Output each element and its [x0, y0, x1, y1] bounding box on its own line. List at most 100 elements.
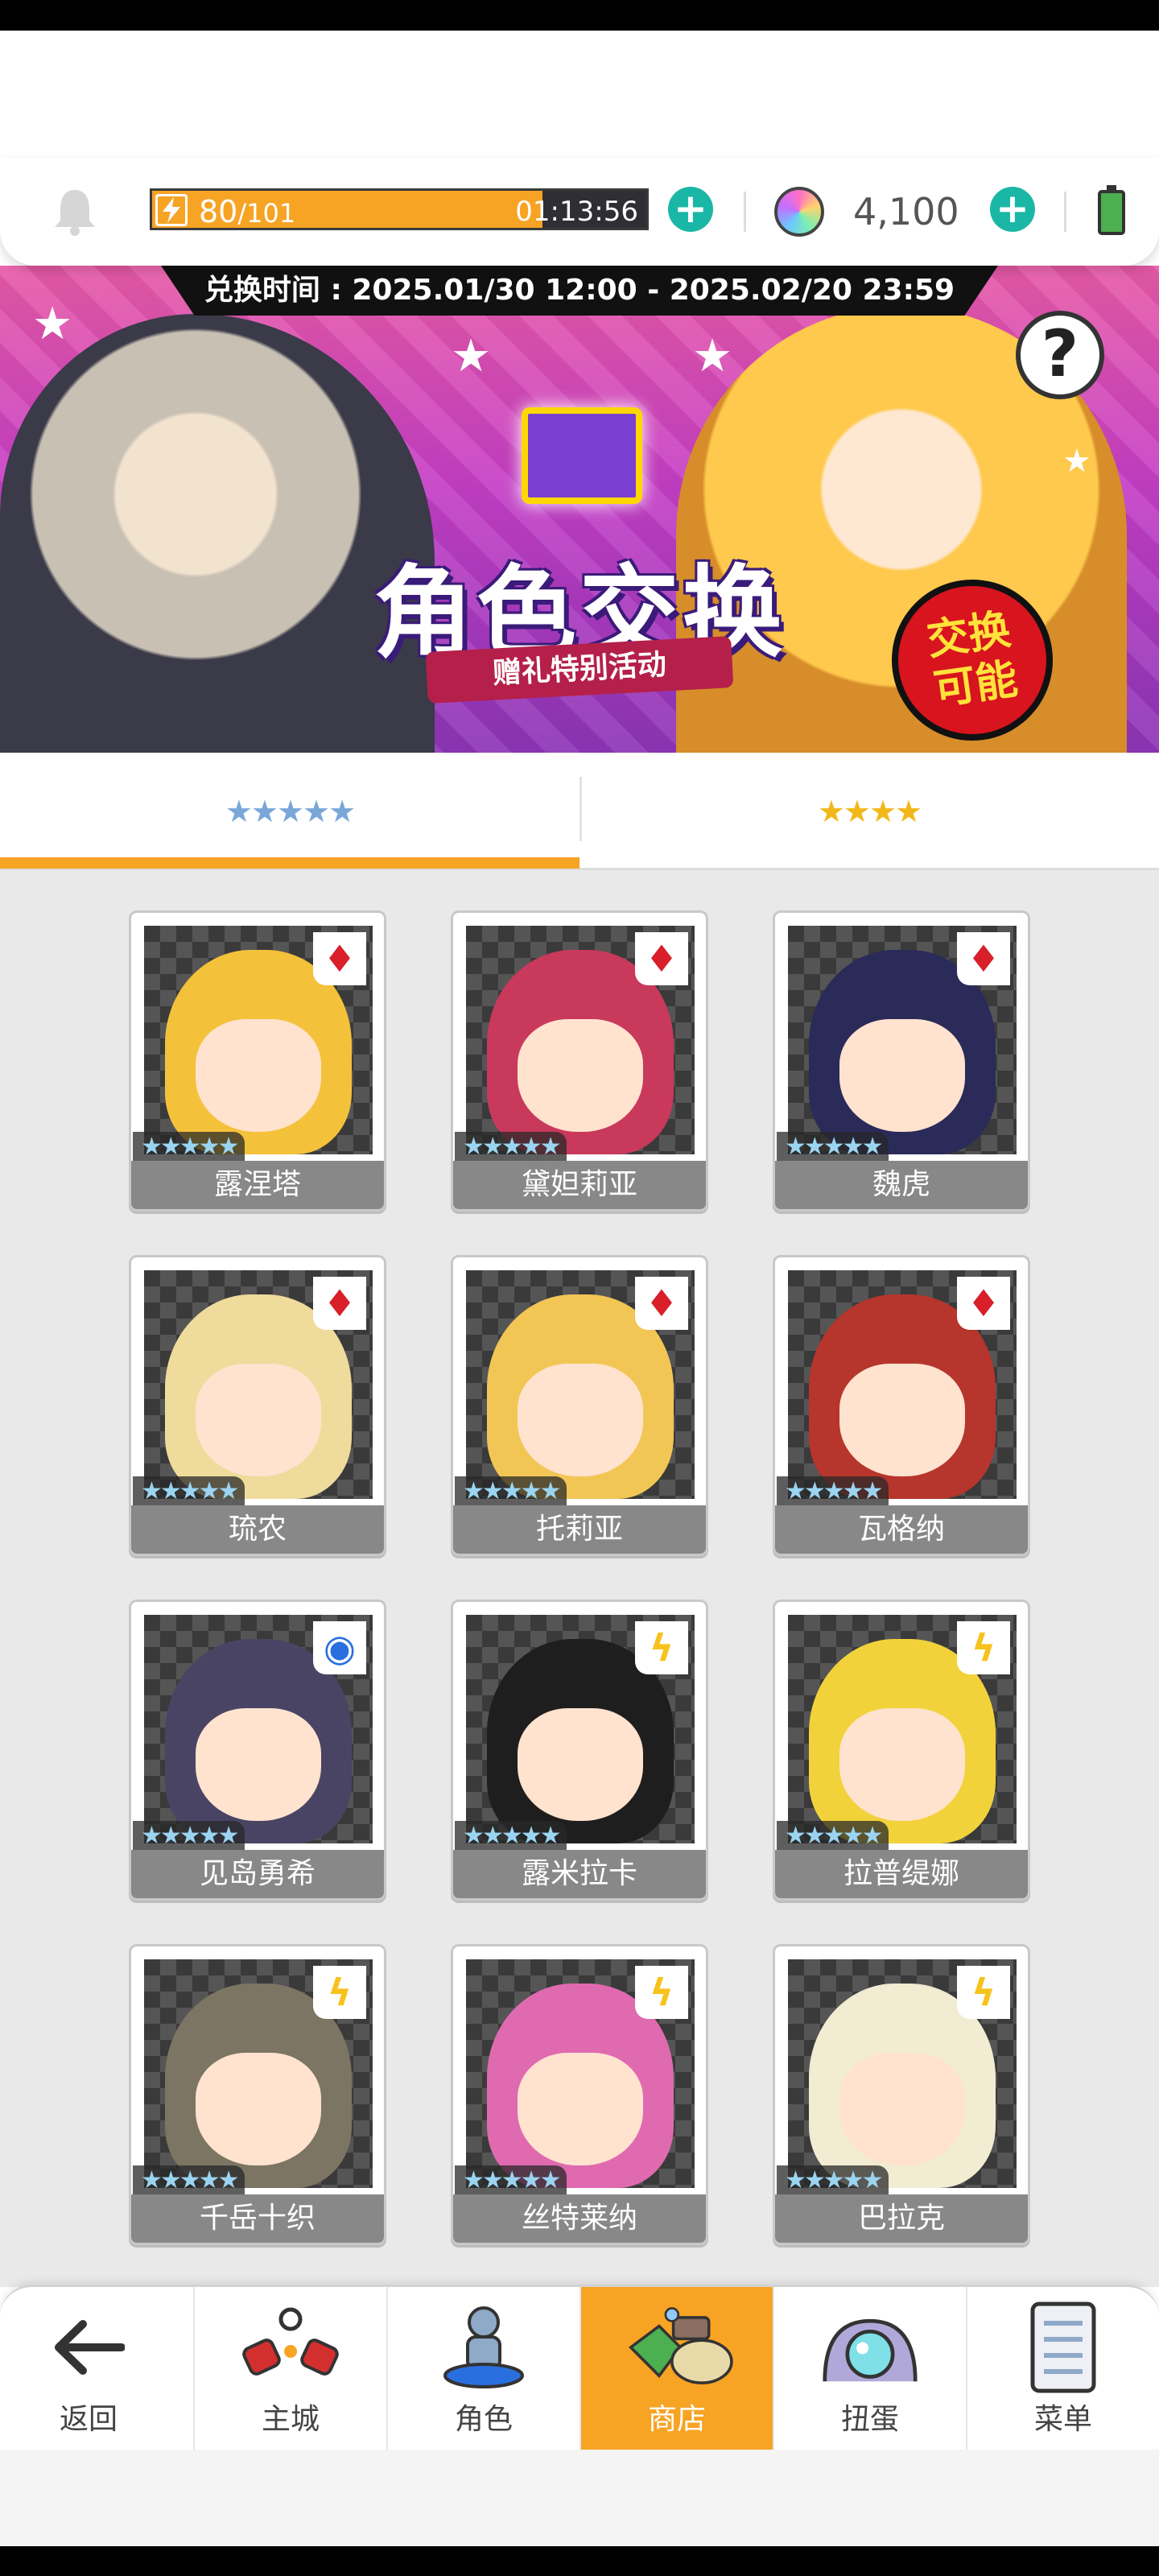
- tab-five-star[interactable]: ★★★★★: [0, 753, 580, 870]
- gem-count: 4,100: [853, 190, 959, 233]
- footer-strip: [0, 2450, 1159, 2546]
- town-icon: [230, 2299, 351, 2396]
- rarity-stars: ★★★★★: [777, 2165, 889, 2196]
- divider: [1064, 192, 1066, 232]
- fire-element-icon: ♦: [313, 932, 366, 985]
- rarity-stars: ★★★★★: [777, 1821, 889, 1852]
- nav-label: 主城: [261, 2403, 320, 2436]
- nav-item-characters[interactable]: 角色: [386, 2287, 580, 2452]
- character-portrait: ♦: [144, 926, 373, 1154]
- back-arrow-icon: [28, 2299, 149, 2396]
- rarity-stars: ★★★★★: [777, 1476, 889, 1507]
- thunder-element-icon: ϟ: [635, 1621, 688, 1674]
- character-grid: ♦ ★★★★★ 露涅塔 ♦ ★★★★★ 黛妲莉亚 ♦ ★★★★★ 魏虎 ♦ ★★★★★ 琉农 ♦ ★★★★…: [0, 870, 1159, 2287]
- fire-element-icon: ♦: [957, 932, 1010, 985]
- character-card[interactable]: ϟ ★★★★★ 千岳十织: [129, 1944, 386, 2245]
- character-card[interactable]: ♦ ★★★★★ 琉农: [129, 1255, 386, 1556]
- character-card[interactable]: ♦ ★★★★★ 魏虎: [773, 910, 1030, 1212]
- stamina-value: 80/101: [199, 194, 296, 229]
- bottom-navigation: 返回 主城 角色 商店 扭蛋 菜单: [0, 2285, 1159, 2452]
- battery-icon: [1098, 185, 1125, 235]
- rarity-stars: ★★★★★: [455, 1132, 567, 1162]
- nav-label: 扭蛋: [840, 2403, 899, 2436]
- nav-item-menu[interactable]: 菜单: [966, 2287, 1159, 2452]
- back-label: 返回: [59, 2403, 118, 2436]
- fire-element-icon: ♦: [957, 1277, 1010, 1330]
- character-name: 托莉亚: [453, 1505, 706, 1554]
- gacha-icon: [810, 2299, 930, 2396]
- character-portrait: ♦: [788, 1270, 1017, 1499]
- character-name: 丝特莱纳: [453, 2194, 706, 2243]
- character-name: 黛妲莉亚: [453, 1161, 706, 1209]
- character-portrait: ♦: [144, 1270, 373, 1499]
- character-name: 千岳十织: [131, 2194, 384, 2243]
- character-name: 拉普缇娜: [775, 1850, 1028, 1898]
- thunder-element-icon: ϟ: [313, 1966, 366, 2019]
- character-portrait: ϟ: [466, 1615, 695, 1843]
- character-card[interactable]: ϟ ★★★★★ 巴拉克: [773, 1944, 1030, 2245]
- star-icon: ★: [451, 330, 492, 382]
- fire-element-icon: ♦: [635, 932, 688, 985]
- resource-bar: 80/101 01:13:56 + 4,100 +: [0, 158, 1159, 266]
- shop-icon: [617, 2299, 737, 2396]
- back-button[interactable]: 返回: [0, 2287, 177, 2452]
- character-card[interactable]: ♦ ★★★★★ 托莉亚: [451, 1255, 708, 1556]
- system-status-bar: [0, 0, 1159, 31]
- menu-icon: [1003, 2299, 1124, 2396]
- stamina-bolt-icon: [155, 194, 188, 226]
- nav-label: 菜单: [1033, 2403, 1092, 2436]
- fire-element-icon: ♦: [313, 1277, 366, 1330]
- gem-orb-icon: [774, 187, 824, 237]
- stamina-timer: 01:13:56: [515, 196, 638, 228]
- rarity-stars: ★★★★★: [133, 1821, 245, 1852]
- character-portrait: ϟ: [466, 1959, 695, 2188]
- divider: [744, 192, 746, 232]
- rarity-stars: ★★★★★: [133, 2165, 245, 2196]
- character-portrait: ◉: [144, 1615, 373, 1843]
- tab-selected-indicator: [0, 857, 580, 869]
- character-card[interactable]: ϟ ★★★★★ 丝特莱纳: [451, 1944, 708, 2245]
- character-name: 露涅塔: [131, 1161, 384, 1209]
- character-card[interactable]: ◉ ★★★★★ 见岛勇希: [129, 1600, 386, 1901]
- character-portrait: ϟ: [788, 1959, 1017, 2188]
- character-card[interactable]: ♦ ★★★★★ 瓦格纳: [773, 1255, 1030, 1556]
- add-gems-button[interactable]: +: [990, 187, 1035, 232]
- rarity-stars: ★★★★★: [133, 1476, 245, 1507]
- system-navigation-bar: [0, 2546, 1159, 2576]
- exchange-period: 兑换时间 : 2025.01/30 12:00 - 2025.02/20 23:…: [161, 266, 998, 316]
- fire-element-icon: ♦: [635, 1277, 688, 1330]
- rarity-stars: ★★★★★: [777, 1132, 889, 1162]
- nav-label: 商店: [647, 2403, 706, 2436]
- character-name: 见岛勇希: [131, 1850, 384, 1898]
- character-name: 魏虎: [775, 1161, 1028, 1209]
- character-portrait: ♦: [466, 926, 695, 1154]
- nav-item-gacha[interactable]: 扭蛋: [773, 2287, 966, 2452]
- notification-bell-icon[interactable]: [52, 187, 98, 237]
- character-card[interactable]: ϟ ★★★★★ 拉普缇娜: [773, 1600, 1030, 1901]
- character-portrait: ♦: [466, 1270, 695, 1499]
- star-icon: ★: [32, 298, 73, 350]
- rarity-stars: ★★★★★: [455, 1476, 567, 1507]
- rarity-stars: ★★★★★: [455, 2165, 567, 2196]
- character-card[interactable]: ♦ ★★★★★ 露涅塔: [129, 910, 386, 1212]
- rarity-stars: ★★★★★: [133, 1132, 245, 1162]
- nav-item-town[interactable]: 主城: [193, 2287, 386, 2452]
- help-button[interactable]: ?: [1016, 311, 1104, 399]
- tab-four-star[interactable]: ★★★★: [580, 753, 1159, 870]
- water-element-icon: ◉: [313, 1621, 366, 1674]
- nav-label: 角色: [454, 2403, 513, 2436]
- character-portrait: ♦: [788, 926, 1017, 1154]
- character-card[interactable]: ♦ ★★★★★ 黛妲莉亚: [451, 910, 708, 1212]
- character-icon: [423, 2299, 544, 2396]
- event-banner: ★ ★ ★ ★ 兑换时间 : 2025.01/30 12:00 - 2025.0…: [0, 266, 1159, 753]
- star-icon: ★: [692, 330, 733, 382]
- star-icon: ★: [1062, 443, 1091, 480]
- nav-item-shop[interactable]: 商店: [580, 2287, 773, 2452]
- character-portrait: ϟ: [788, 1615, 1017, 1843]
- character-portrait: ϟ: [144, 1959, 373, 2188]
- add-stamina-button[interactable]: +: [668, 187, 713, 232]
- character-name: 瓦格纳: [775, 1505, 1028, 1554]
- stamina-bar: 80/101 01:13:56: [150, 188, 649, 230]
- character-name: 琉农: [131, 1505, 384, 1554]
- character-card[interactable]: ϟ ★★★★★ 露米拉卡: [451, 1600, 708, 1901]
